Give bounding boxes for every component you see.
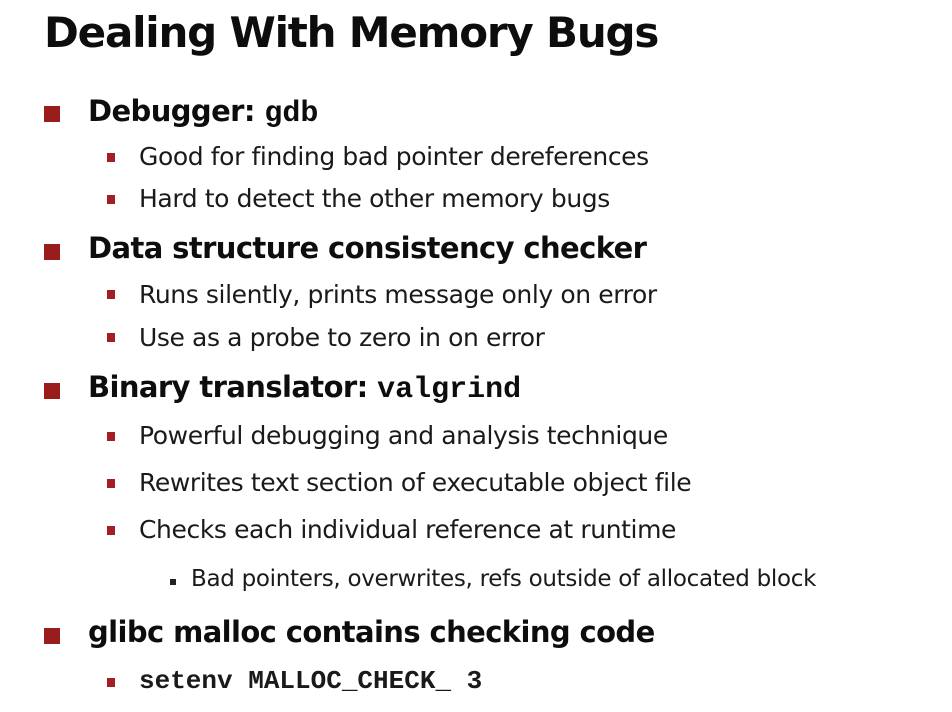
code-valgrind: valgrind bbox=[377, 373, 522, 407]
level2-bullet-icon bbox=[107, 526, 115, 535]
level2-bullet-icon bbox=[107, 432, 115, 441]
level2-bullet-icon bbox=[107, 333, 115, 342]
level3-bullet-icon bbox=[170, 579, 176, 585]
level2-bullet-icon bbox=[107, 479, 115, 488]
level2-bullet-icon bbox=[107, 153, 115, 162]
level2-bullet-icon bbox=[107, 290, 115, 299]
level1-bullet-icon bbox=[44, 628, 60, 644]
bullet-glibc-malloc: glibc malloc contains checking code bbox=[88, 615, 655, 649]
sub-bullet: Hard to detect the other memory bugs bbox=[139, 184, 610, 213]
slide: Dealing With Memory Bugs Debugger: gdb G… bbox=[0, 0, 952, 712]
code-setenv: setenv MALLOC_CHECK_ 3 bbox=[139, 666, 483, 696]
sub-bullet: Rewrites text section of executable obje… bbox=[139, 468, 692, 497]
bullet-label: Debugger: bbox=[88, 94, 265, 128]
sub-bullet: Runs silently, prints message only on er… bbox=[139, 280, 657, 309]
bullet-binary-translator: Binary translator: valgrind bbox=[88, 370, 521, 407]
sub-bullet: Good for finding bad pointer dereference… bbox=[139, 142, 649, 171]
code-gdb: gdb bbox=[264, 97, 319, 131]
bullet-consistency-checker: Data structure consistency checker bbox=[88, 231, 647, 265]
sub-sub-bullet: Bad pointers, overwrites, refs outside o… bbox=[191, 566, 817, 592]
level1-bullet-icon bbox=[44, 383, 60, 399]
level2-bullet-icon bbox=[107, 678, 115, 687]
slide-title: Dealing With Memory Bugs bbox=[44, 8, 659, 57]
level1-bullet-icon bbox=[44, 106, 60, 122]
bullet-label: Binary translator: bbox=[88, 370, 378, 404]
sub-bullet: Use as a probe to zero in on error bbox=[139, 323, 545, 352]
sub-bullet: Checks each individual reference at runt… bbox=[139, 515, 677, 544]
level2-bullet-icon bbox=[107, 195, 115, 204]
sub-bullet: Powerful debugging and analysis techniqu… bbox=[139, 421, 668, 450]
bullet-debugger: Debugger: gdb bbox=[88, 94, 318, 131]
level1-bullet-icon bbox=[44, 244, 60, 260]
